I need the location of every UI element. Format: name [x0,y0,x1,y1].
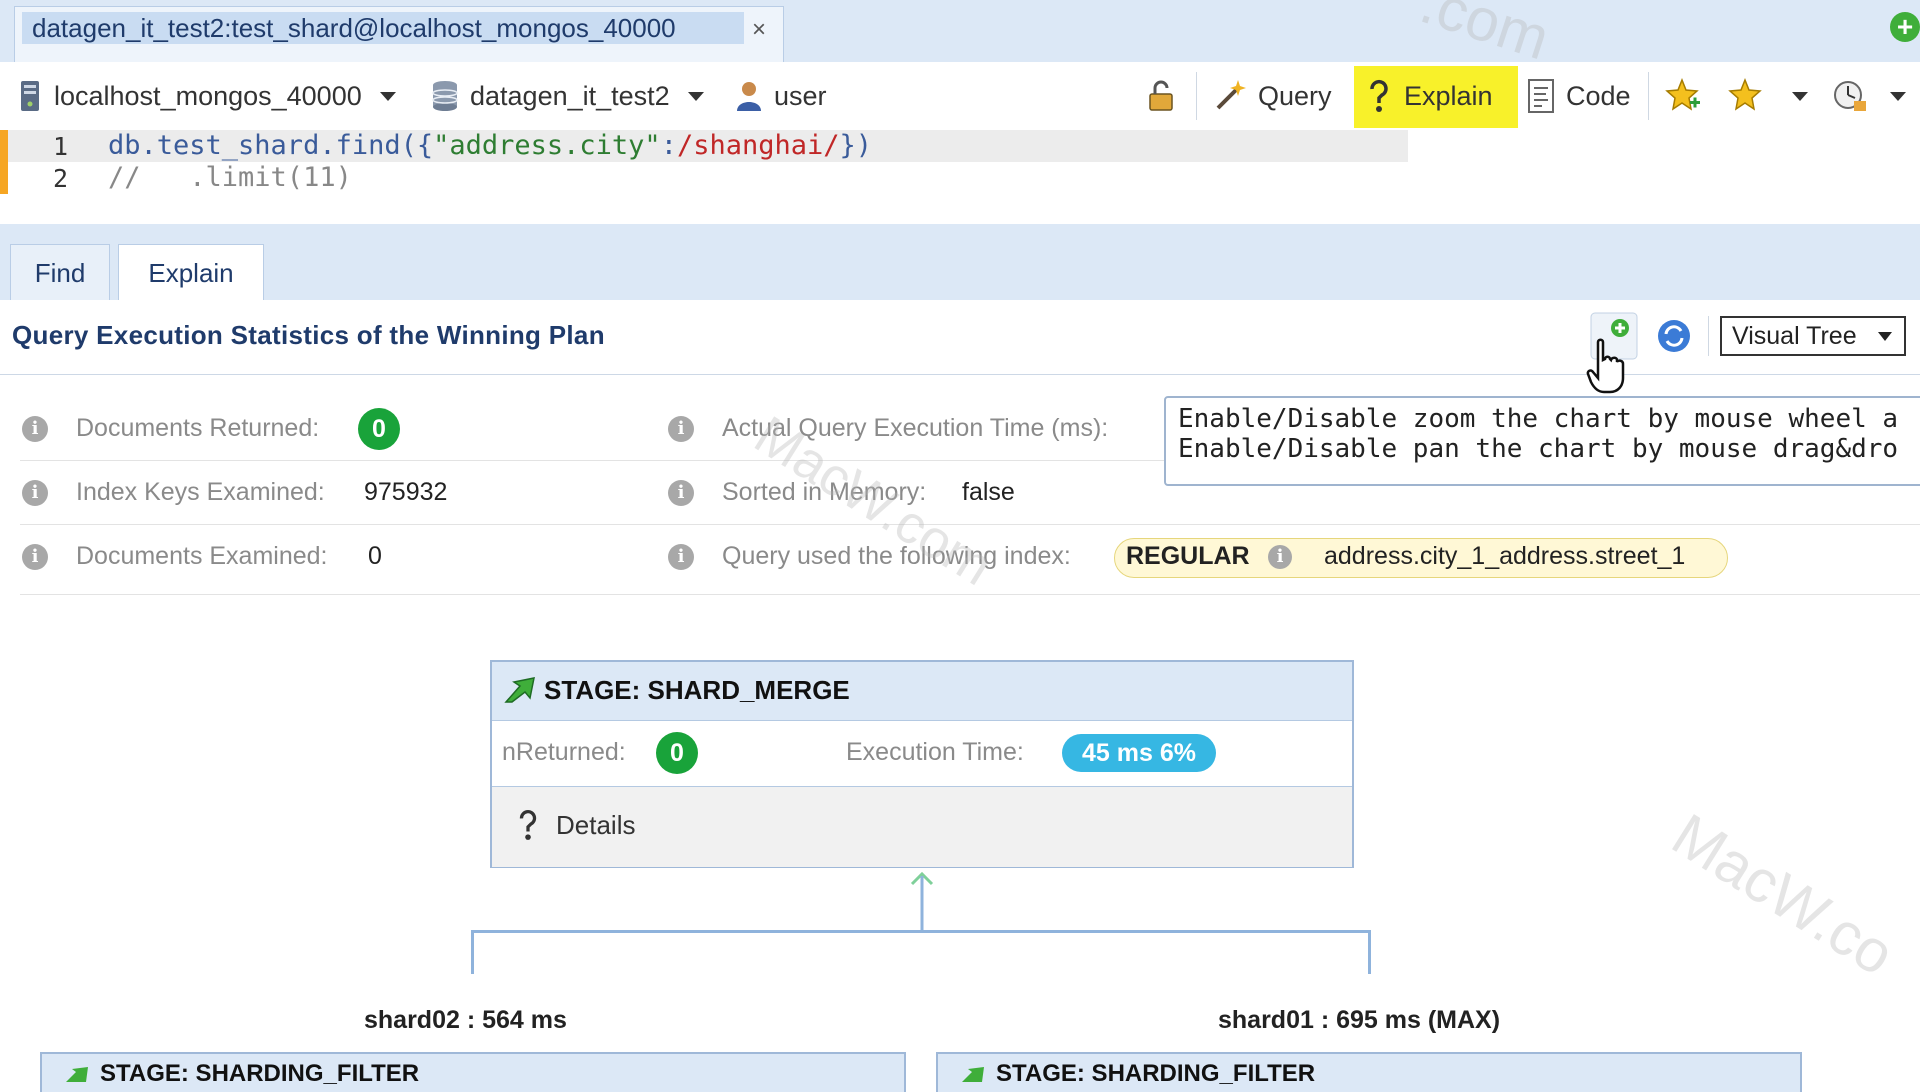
star-add-icon [1665,77,1700,111]
exec-time-pill: 45 ms 6% [1062,734,1216,772]
stage-card-sharding-filter[interactable]: STAGE: SHARDING_FILTER [40,1052,906,1092]
info-icon: i [22,544,48,570]
add-favorite-button[interactable] [1664,62,1712,130]
user-name: user [774,80,827,111]
view-mode-value: Visual Tree [1732,322,1857,350]
chevron-down-icon [379,91,396,101]
stage-title: STAGE: SHARD_MERGE [544,675,850,705]
toolbar-separator [1648,72,1649,120]
question-icon [1370,79,1388,112]
gutter-marker [0,130,8,194]
info-icon: i [668,416,694,442]
line-number: 1 [52,132,68,161]
stage-arrow-icon [504,677,535,703]
query-label: Query [1258,80,1332,111]
index-type: REGULAR [1126,542,1250,570]
tree-branch-left [471,930,474,974]
code-key: "address.city" [433,130,661,161]
view-mode-select[interactable]: Visual Tree [1720,316,1906,356]
info-icon: i [22,416,48,442]
nreturned-badge: 0 [656,732,698,774]
explain-button[interactable]: Explain [1364,62,1493,130]
refresh-icon [1658,320,1690,352]
database-icon [432,81,458,111]
user-indicator[interactable]: user [734,62,827,130]
favorites-dropdown[interactable] [1726,62,1808,130]
history-dropdown[interactable] [1830,62,1906,130]
chevron-down-icon [1878,332,1892,341]
docs-examined-label: Documents Examined: [76,542,328,570]
code-object: db.test_shard.find({ [108,130,434,161]
stage-title: STAGE: SHARDING_FILTER [996,1060,1316,1087]
tree-branch [471,930,1371,933]
code-button[interactable]: Code [1526,62,1631,130]
database-selector[interactable]: datagen_it_test2 [430,62,704,130]
user-icon [737,82,761,111]
info-icon: i [1268,545,1292,569]
shard-label: shard02 : 564 ms [364,1006,567,1034]
question-icon [519,810,537,840]
docs-examined-value: 0 [368,542,382,570]
query-button[interactable]: Query [1212,62,1332,130]
tree-branch-right [1368,930,1371,974]
server-icon [21,81,39,111]
info-icon: i [668,480,694,506]
reset-view-button[interactable] [1650,312,1698,360]
docs-returned-label: Documents Returned: [76,414,320,442]
code-label: Code [1566,80,1631,111]
code-end: }) [839,130,873,161]
tab-find[interactable]: Find [10,244,110,300]
connection-tab-label[interactable]: datagen_it_test2:test_shard@localhost_mo… [22,12,744,44]
info-icon: i [22,480,48,506]
server-selector[interactable]: localhost_mongos_40000 [16,62,396,130]
tooltip-line: Enable/Disable pan the chart by mouse dr… [1178,434,1899,464]
unlock-button[interactable] [1144,62,1188,130]
database-name: datagen_it_test2 [470,80,670,111]
chevron-down-icon [1792,91,1808,101]
magic-wand-icon [1216,80,1246,110]
toolbar-separator [1196,72,1197,120]
keys-examined-value: 975932 [364,478,448,506]
hand-cursor-icon [1586,338,1625,394]
tooltip-line: Enable/Disable zoom the chart by mouse w… [1178,404,1899,434]
stage-card-sharding-filter[interactable]: STAGE: SHARDING_FILTER [936,1052,1802,1092]
sorted-value: false [962,478,1015,506]
info-icon: i [668,544,694,570]
chevron-down-icon [687,91,704,101]
index-name: address.city_1_address.street_1 [1324,542,1686,570]
keys-examined-label: Index Keys Examined: [76,478,325,506]
explain-label: Explain [1404,80,1493,111]
details-link[interactable]: Details [514,806,635,844]
lock-icon [1149,80,1173,111]
shard-label: shard01 : 695 ms (MAX) [1218,1006,1501,1034]
docs-returned-badge: 0 [358,408,400,450]
line-number: 2 [52,164,68,193]
server-name: localhost_mongos_40000 [54,80,362,111]
tree-up-arrow-icon [910,871,934,930]
exec-time-stage-label: Execution Time: [846,738,1024,766]
zoom-pan-tooltip: Enable/Disable zoom the chart by mouse w… [1164,396,1920,486]
code-colon: : [660,130,677,161]
add-tab-icon[interactable]: + [1890,12,1920,42]
star-icon [1728,77,1762,111]
document-code-icon [1528,79,1554,113]
plan-title: Query Execution Statistics of the Winnin… [12,320,605,350]
chevron-down-icon [1890,91,1906,101]
tab-explain[interactable]: Explain [118,244,264,301]
result-tab-bar [0,224,1920,300]
code-line-2[interactable]: // .limit(11) [108,162,352,193]
details-label: Details [556,809,636,840]
code-regex: /shanghai/ [676,130,840,161]
close-tab-icon[interactable]: × [752,16,766,44]
watermark: MacW.co [1660,800,1906,989]
stage-title: STAGE: SHARDING_FILTER [100,1060,420,1087]
nreturned-label: nReturned: [502,738,626,766]
history-icon [1834,81,1866,111]
header-separator [1708,316,1709,356]
code-line-1[interactable]: db.test_shard.find({"address.city":/shan… [108,130,872,161]
